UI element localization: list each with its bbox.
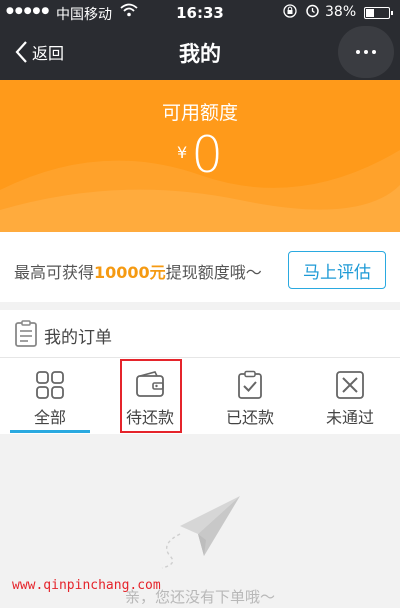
credit-amount: ¥0 <box>0 126 400 184</box>
order-list-icon <box>14 320 38 352</box>
battery-percent: 38% <box>325 4 357 20</box>
x-box-icon <box>335 370 365 404</box>
promo-text-suffix: 提现额度哦～ <box>165 263 262 282</box>
battery-icon <box>364 7 393 19</box>
watermark-text: www.qinpinchang.com <box>12 578 161 593</box>
more-menu-button[interactable] <box>338 26 394 78</box>
credit-amount-value: 0 <box>191 126 223 184</box>
promo-text: 最高可获得10000元提现额度哦～ <box>14 259 262 283</box>
promo-text-amount: 10000元 <box>94 263 166 282</box>
more-icon <box>356 50 360 54</box>
nav-bar: 返回 我的 <box>0 26 400 80</box>
credit-panel: 可用额度 ¥0 <box>0 80 400 232</box>
alarm-icon <box>305 3 320 22</box>
order-tabs: 全部 待还款 已还款 未通过 <box>0 358 400 434</box>
rotation-lock-icon <box>283 4 297 21</box>
evaluate-now-button[interactable]: 马上评估 <box>288 251 386 289</box>
my-orders-title: 我的订单 <box>44 328 112 348</box>
tab-label: 全部 <box>33 408 66 427</box>
paper-plane-icon <box>140 494 250 578</box>
tab-rejected[interactable]: 未通过 <box>300 358 400 434</box>
tab-label: 未通过 <box>325 408 374 427</box>
currency-symbol: ¥ <box>177 143 188 162</box>
tab-repaid[interactable]: 已还款 <box>200 358 300 434</box>
annotation-highlight-box <box>120 359 182 433</box>
tab-all[interactable]: 全部 <box>0 358 100 434</box>
grid-icon <box>35 370 65 404</box>
battery-fill <box>366 9 374 17</box>
promo-row: 最高可获得10000元提现额度哦～ 马上评估 <box>0 232 400 302</box>
promo-text-prefix: 最高可获得 <box>14 263 95 282</box>
credit-label: 可用额度 <box>161 102 238 124</box>
tab-active-indicator <box>10 430 90 433</box>
status-bar: ●●●●● 中国移动 16:33 38% <box>0 0 400 26</box>
clipboard-check-icon <box>235 370 265 404</box>
tab-label: 已还款 <box>225 408 274 427</box>
my-orders-header: 我的订单 <box>0 310 400 358</box>
